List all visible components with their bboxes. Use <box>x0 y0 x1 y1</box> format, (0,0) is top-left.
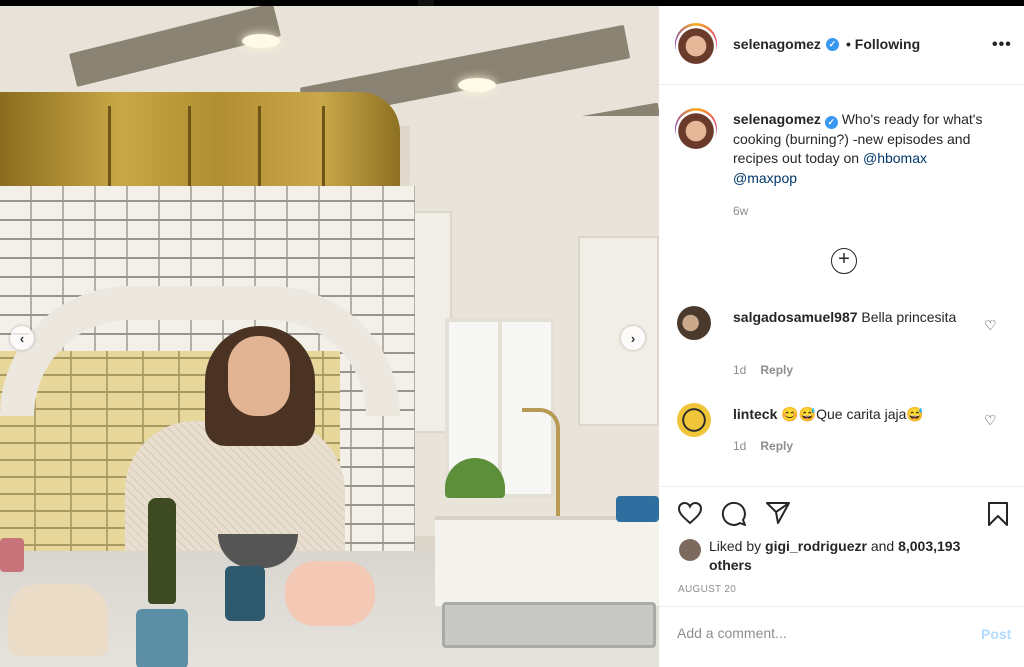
comment-meta: 1d Reply <box>733 439 793 453</box>
verified-icon: ✓ <box>824 116 838 129</box>
red-pot <box>0 538 24 572</box>
mention-link[interactable]: @hbomax <box>863 150 927 166</box>
comment-avatar[interactable] <box>677 403 711 437</box>
reply-button[interactable]: Reply <box>760 439 793 453</box>
person-face <box>228 336 290 416</box>
comment-text: 😊😅Que carita jaja😅 <box>777 406 924 422</box>
like-comment-icon[interactable]: ♡ <box>984 317 997 334</box>
share-icon[interactable] <box>765 501 791 525</box>
comment-time[interactable]: 1d <box>733 363 746 377</box>
brick-arch <box>0 286 400 416</box>
comment: linteck 😊😅Que carita jaja😅 <box>733 405 983 425</box>
comment-time[interactable]: 1d <box>733 439 746 453</box>
author-avatar[interactable] <box>675 23 717 65</box>
blue-glass <box>225 566 265 621</box>
like-comment-icon[interactable]: ♡ <box>984 412 997 429</box>
sink-cabinet <box>435 516 659 606</box>
hood-rib <box>108 106 111 196</box>
ceiling-light <box>242 34 280 48</box>
hood-rib <box>188 106 191 196</box>
prev-photo-button[interactable]: ‹ <box>10 326 34 350</box>
caption-username[interactable]: selenagomez <box>733 111 821 127</box>
chevron-left-icon: ‹ <box>19 330 25 346</box>
post-date[interactable]: AUGUST 20 <box>678 584 736 595</box>
ceiling-light <box>458 78 496 92</box>
comment-icon[interactable] <box>721 501 747 527</box>
following-label: Following <box>854 36 921 52</box>
comment-username[interactable]: linteck <box>733 406 777 422</box>
heart-icon[interactable] <box>677 501 703 525</box>
cabinet <box>578 236 659 426</box>
liked-by-avatar[interactable] <box>679 539 701 561</box>
blue-glass <box>136 609 188 667</box>
add-comment-bar: Post <box>659 606 1024 667</box>
likes-summary: Liked by gigi_rodriguezr and 8,003,193 o… <box>709 537 969 575</box>
post-header: selenagomez ✓ • Following ••• <box>659 6 1024 85</box>
verified-icon: ✓ <box>826 38 839 51</box>
comment-avatar[interactable] <box>677 306 711 340</box>
faucet <box>522 408 560 518</box>
blue-pot <box>616 496 659 522</box>
following-button[interactable]: • Following <box>846 36 920 52</box>
mention-link[interactable]: @maxpop <box>733 170 797 186</box>
next-photo-button[interactable]: › <box>621 326 645 350</box>
hood-rib <box>258 106 261 196</box>
post-photo[interactable]: ‹ › <box>0 6 659 667</box>
author-username[interactable]: selenagomez <box>733 36 821 52</box>
caption-timestamp[interactable]: 6w <box>733 204 748 218</box>
caption-avatar[interactable] <box>675 108 717 150</box>
likes-prefix: Liked by <box>709 538 766 554</box>
hood-rib <box>322 106 325 196</box>
comment-text: Bella princesita <box>857 309 957 325</box>
chevron-right-icon: › <box>630 330 636 346</box>
comment-input[interactable] <box>677 625 957 641</box>
mesh-bag <box>285 561 375 626</box>
baking-tray <box>442 602 656 648</box>
post-comment-button[interactable]: Post <box>981 626 1011 642</box>
comment: salgadosamuel987 Bella princesita <box>733 308 983 328</box>
comment-username[interactable]: salgadosamuel987 <box>733 309 858 325</box>
load-more-comments-button[interactable]: + <box>831 248 857 274</box>
plus-circle-icon: + <box>838 248 850 270</box>
more-options-icon[interactable]: ••• <box>992 36 1012 54</box>
bookmark-icon[interactable] <box>987 501 1009 527</box>
reply-button[interactable]: Reply <box>760 363 793 377</box>
comment-meta: 1d Reply <box>733 363 793 377</box>
caption: selenagomez ✓ Who's ready for what's coo… <box>733 110 983 188</box>
liked-by-user[interactable]: gigi_rodriguezr <box>765 538 867 554</box>
oil-bottle <box>148 498 176 604</box>
likes-and: and <box>866 538 899 554</box>
post-panel: selenagomez ✓ • Following ••• selenagome… <box>659 6 1024 667</box>
mesh-bag <box>8 584 108 656</box>
